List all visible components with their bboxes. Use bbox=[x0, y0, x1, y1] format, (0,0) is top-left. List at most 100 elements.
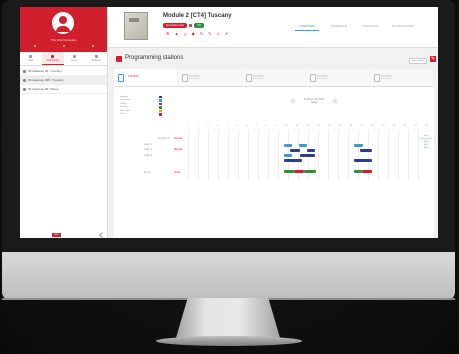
dashboard-icon bbox=[51, 54, 55, 58]
list-item[interactable]: IM Gateway 36P / Tuscany bbox=[20, 76, 107, 85]
row-label: Valve 2 bbox=[144, 148, 153, 151]
schedule-bar[interactable] bbox=[362, 170, 372, 173]
hour-tick: 0 bbox=[188, 125, 190, 127]
station-icon bbox=[246, 74, 252, 82]
station-icon bbox=[182, 74, 188, 82]
prev-day-button[interactable]: ‹ bbox=[290, 98, 296, 104]
sidebar-dots bbox=[20, 45, 107, 47]
hour-tick: 19 bbox=[382, 125, 385, 127]
company-name: The Grid Company bbox=[50, 38, 77, 42]
device-icon bbox=[23, 69, 26, 73]
hour-tick: 22 bbox=[414, 125, 417, 127]
schedule-bar[interactable] bbox=[300, 154, 315, 157]
close-icon[interactable]: ✕ bbox=[225, 31, 228, 36]
schedule-bar[interactable] bbox=[304, 170, 316, 173]
monitor-stand bbox=[175, 298, 281, 340]
station-sub: No program bbox=[253, 78, 264, 80]
tab-station-3[interactable]: STATION No program bbox=[242, 69, 306, 86]
tab-station-4[interactable]: STATION No program bbox=[306, 69, 370, 86]
hour-tick: 18 bbox=[371, 125, 374, 127]
tab-station-2[interactable]: STATION No program bbox=[178, 69, 242, 86]
schedule-panel: I - STATION STATION No program STATION N… bbox=[114, 69, 434, 238]
hour-tick: 1 bbox=[197, 125, 199, 127]
save-button[interactable]: Save changes bbox=[409, 58, 427, 64]
collapse-icon[interactable] bbox=[99, 231, 105, 238]
alarm-icon[interactable]: ◬ bbox=[184, 31, 187, 36]
schedule-bar[interactable] bbox=[354, 170, 362, 173]
station-icon bbox=[310, 74, 316, 82]
sidebar-footer: FIMO bbox=[20, 231, 107, 238]
section-title: Programming stations bbox=[125, 55, 184, 61]
hour-tick: 11 bbox=[295, 125, 298, 127]
status-badges: Automatic mode ON bbox=[163, 23, 204, 28]
row-status: Manual bbox=[174, 148, 183, 151]
station-icon bbox=[118, 74, 124, 82]
hour-tick: 7 bbox=[255, 125, 258, 127]
schedule-bar[interactable] bbox=[284, 154, 292, 157]
list-item[interactable]: IM Gateway 36 / Rome bbox=[20, 85, 107, 94]
station-icon bbox=[374, 74, 380, 82]
water-icon[interactable]: ◆ bbox=[192, 31, 195, 36]
schedule-bar[interactable] bbox=[294, 170, 304, 173]
tab-station-5[interactable]: STATION No program bbox=[370, 69, 434, 86]
station-label: I - STATION bbox=[125, 75, 139, 78]
header-tabs: OVERVIEW SCHEDULE STATISTICS NOTIFICATIO… bbox=[295, 24, 415, 31]
hour-tick: 2 bbox=[207, 125, 209, 127]
sidebar-tab-map[interactable]: Map bbox=[20, 52, 42, 65]
sidebar: The Grid Company Map Dashboard Users Set… bbox=[20, 7, 108, 238]
station-tabs: I - STATION STATION No program STATION N… bbox=[114, 69, 434, 87]
hour-tick: 5 bbox=[236, 125, 238, 127]
sidebar-tab-dashboard[interactable]: Dashboard bbox=[41, 52, 64, 65]
warning-icon[interactable]: ⚠ bbox=[216, 31, 220, 36]
edit-icon[interactable]: ✎ bbox=[208, 31, 211, 36]
avatar-icon[interactable] bbox=[52, 12, 74, 34]
alert-icon[interactable]: ▲ bbox=[175, 31, 179, 36]
tab-overview[interactable]: OVERVIEW bbox=[295, 24, 319, 31]
settings-icon[interactable]: ⚙ bbox=[166, 31, 170, 36]
hour-tick: 14 bbox=[328, 125, 331, 127]
row-label: Program A bbox=[158, 137, 170, 140]
map-icon bbox=[29, 55, 33, 58]
legend: Irrigation Fertilization Cooling Flushin… bbox=[120, 95, 162, 116]
schedule-bar[interactable] bbox=[354, 144, 363, 147]
hour-tick: 23 bbox=[425, 125, 428, 127]
hour-tick: 15 bbox=[338, 125, 342, 127]
row-label: Valve 1 bbox=[144, 143, 153, 146]
schedule-bar[interactable] bbox=[284, 159, 302, 162]
schedule-bar[interactable] bbox=[299, 144, 307, 147]
list-item[interactable]: IM Gateway 36 / Tuscany bbox=[20, 67, 107, 76]
calendar-icon bbox=[116, 56, 122, 62]
schedule-bar[interactable] bbox=[307, 149, 315, 152]
hour-tick: 16 bbox=[349, 125, 352, 127]
row-status: Manual bbox=[174, 137, 183, 140]
device-icon bbox=[23, 78, 26, 82]
date-label: February 18, 2020 Today bbox=[303, 98, 325, 104]
row-label: Valve 3 bbox=[144, 154, 153, 157]
hour-tick: 21 bbox=[403, 125, 407, 127]
tab-notifications[interactable]: NOTIFICATIONS bbox=[391, 24, 415, 31]
schedule-bar[interactable] bbox=[360, 149, 372, 152]
hour-tick: 17 bbox=[360, 125, 363, 127]
refresh-icon[interactable]: ↻ bbox=[200, 31, 203, 36]
sidebar-tab-settings[interactable]: Settings bbox=[85, 52, 107, 65]
schedule-bar[interactable] bbox=[290, 149, 300, 152]
tab-schedule[interactable]: SCHEDULE bbox=[327, 24, 351, 31]
sidebar-tab-users[interactable]: Users bbox=[64, 52, 86, 65]
tab-statistics[interactable]: STATISTICS bbox=[359, 24, 383, 31]
next-day-button[interactable]: › bbox=[332, 98, 338, 104]
monitor-chin bbox=[2, 252, 455, 300]
schedule-bar[interactable] bbox=[284, 170, 294, 173]
hour-tick: 10 bbox=[285, 125, 288, 127]
schedule-bar[interactable] bbox=[354, 159, 372, 162]
edit-button[interactable]: ✎ bbox=[430, 56, 436, 62]
sidebar-tabs: Map Dashboard Users Settings bbox=[20, 52, 107, 66]
status-badge: Automatic mode bbox=[163, 23, 188, 28]
tab-station-1[interactable]: I - STATION bbox=[114, 69, 178, 86]
sidebar-header: The Grid Company bbox=[20, 7, 107, 52]
hour-tick: 8 bbox=[265, 125, 267, 127]
hour-axis: 0 1 2 3 4 5 6 7 8 9 10 11 12 13 14 15 16 17 18 19 20 21 22 23 bbox=[188, 125, 428, 127]
monitor-foot bbox=[156, 336, 302, 346]
schedule-bar[interactable] bbox=[284, 144, 292, 147]
device-list: IM Gateway 36 / Tuscany IM Gateway 36P /… bbox=[20, 67, 107, 94]
row-status: Active bbox=[174, 171, 181, 174]
